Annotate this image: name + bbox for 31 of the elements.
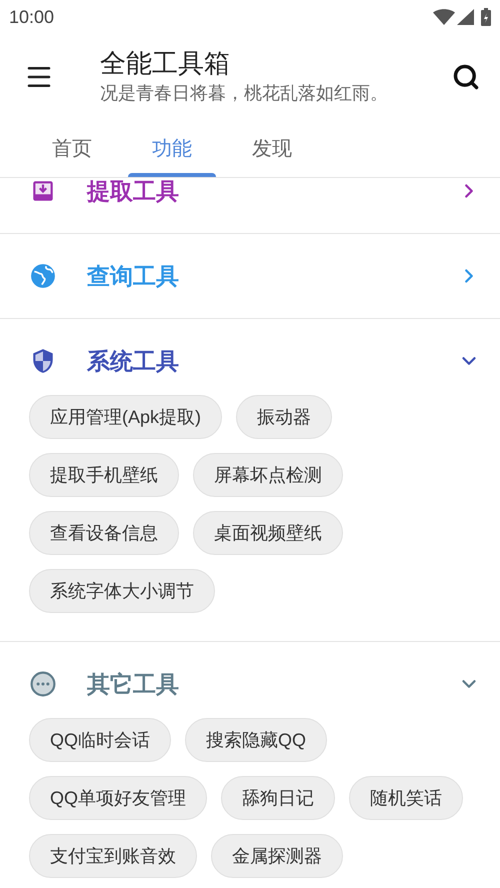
tool-chip[interactable]: 随机笑话: [349, 776, 464, 820]
tool-chip[interactable]: QQ单项好友管理: [29, 776, 208, 820]
tool-chip[interactable]: 搜索隐藏QQ: [185, 718, 328, 762]
battery-icon: [481, 8, 491, 26]
tool-chip[interactable]: 提取手机壁纸: [29, 453, 179, 497]
tool-chip[interactable]: 应用管理(Apk提取): [29, 395, 222, 439]
tab[interactable]: 功能: [122, 120, 222, 177]
wifi-icon: [433, 9, 455, 25]
tool-chip[interactable]: 振动器: [236, 395, 332, 439]
tool-chip[interactable]: 系统字体大小调节: [29, 569, 215, 613]
tool-chip[interactable]: 查看设备信息: [29, 511, 179, 555]
section-title: 提取工具: [87, 178, 180, 206]
section-title: 查询工具: [87, 262, 180, 291]
section-header[interactable]: 提取工具: [0, 178, 500, 233]
search-icon: [452, 63, 480, 91]
tab[interactable]: 首页: [22, 120, 122, 177]
signal-icon: [457, 9, 475, 25]
globe-icon: [30, 263, 56, 289]
tool-chip[interactable]: 屏幕坏点检测: [193, 453, 343, 497]
app-subtitle: 况是青春日将暮，桃花乱落如红雨。: [100, 82, 389, 105]
app-title: 全能工具箱: [100, 47, 231, 80]
tool-chip[interactable]: 舔狗日记: [221, 776, 336, 820]
tool-chip[interactable]: 金属探测器: [211, 834, 343, 878]
tool-chip[interactable]: QQ临时会话: [29, 718, 172, 762]
tool-chip[interactable]: 支付宝到账音效: [29, 834, 197, 878]
section-title: 系统工具: [87, 346, 180, 376]
more-dots-icon: [30, 671, 56, 697]
section-title: 其它工具: [87, 670, 180, 699]
tool-chip[interactable]: 桌面视频壁纸: [193, 511, 343, 555]
status-time: 10:00: [9, 6, 56, 28]
tab[interactable]: 发现: [222, 120, 322, 177]
